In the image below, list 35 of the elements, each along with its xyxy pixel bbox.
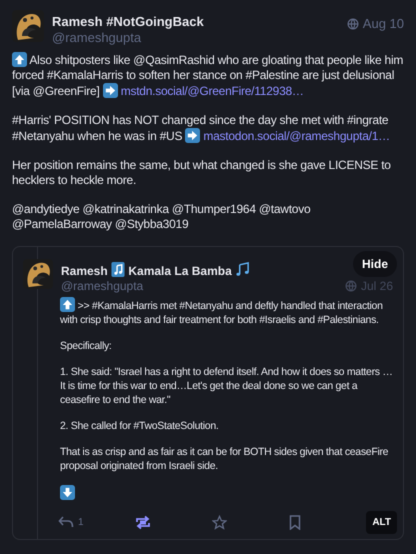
alt-badge[interactable]: ALT bbox=[366, 510, 398, 534]
globe-icon bbox=[346, 18, 359, 30]
post-paragraph: Specifically: bbox=[60, 339, 113, 353]
right-arrow-icon bbox=[102, 83, 118, 98]
quoted-post-card[interactable] bbox=[12, 246, 404, 540]
bookmark-icon[interactable] bbox=[289, 514, 302, 530]
post-paragraph: 2. She called for #TwoStateSolution. bbox=[60, 419, 220, 433]
post-paragraph: >> #KamalaHarris met #Netanyahu and deftly handled that interaction with crisp thoughts and fair treatment for both #Israelis and #Palestinians. bbox=[60, 297, 395, 327]
globe-icon bbox=[344, 280, 357, 292]
link[interactable]: mastodon.social/@rameshgupta/1… bbox=[200, 129, 390, 143]
post-paragraph: #Harris' POSITION has NOT changed since the day she met with #ingrate #Netanyahu when he was in #US mastodon.social/@rameshgupta/1… bbox=[12, 113, 391, 144]
link[interactable]: mstdn.social/@GreenFire/112938… bbox=[118, 84, 304, 98]
avatar-image[interactable] bbox=[23, 259, 53, 289]
post-paragraph: @andytiedye @katrinakatrinka @Thumper1964 @tawtovo @PamelaBarroway @Stybba3019 bbox=[12, 202, 312, 232]
author-handle[interactable]: @rameshgupta bbox=[61, 279, 337, 294]
author-handle[interactable]: @rameshgupta bbox=[52, 30, 339, 46]
boost-icon[interactable] bbox=[135, 514, 152, 530]
post-paragraph: 1. She said: "Israel has a right to defend itself. And how it does so matters … It is time for this war to end…Let's get the deal done so we can get a ceasefire to end the war." bbox=[60, 365, 394, 407]
music-note-icon bbox=[111, 262, 126, 277]
up-arrow-icon bbox=[12, 52, 27, 67]
hide-button[interactable]: Hide bbox=[352, 251, 397, 277]
post-paragraph: That is as crisp and as fair as it can be for BOTH sides given that ceaseFire proposal originated from Israeli side. bbox=[60, 445, 390, 473]
avatar-image[interactable] bbox=[12, 10, 44, 42]
author-name[interactable]: Ramesh Kamala La Bamba bbox=[61, 262, 337, 279]
music-notes-icon bbox=[235, 262, 250, 277]
post-date[interactable]: Aug 10 bbox=[362, 14, 404, 34]
reply-count: 1 bbox=[78, 516, 84, 530]
up-arrow-icon bbox=[60, 297, 75, 312]
down-arrow-icon bbox=[60, 485, 75, 500]
reply-icon[interactable] bbox=[58, 515, 74, 529]
post-paragraph: Her position remains the same, but what changed is she gave LICENSE to hecklers to heckle more. bbox=[12, 158, 392, 188]
author-name[interactable]: Ramesh #NotGoingBack bbox=[52, 14, 339, 30]
right-arrow-icon bbox=[185, 128, 200, 143]
post-paragraph: Also shitposters like @QasimRashid who are gloating that people like him forced #KamalaHarris to soften her stance on #Palestine are just delusional [via @GreenFire] mstdn.social/@GreenFire/112938… bbox=[12, 52, 404, 99]
star-icon[interactable] bbox=[212, 514, 228, 530]
